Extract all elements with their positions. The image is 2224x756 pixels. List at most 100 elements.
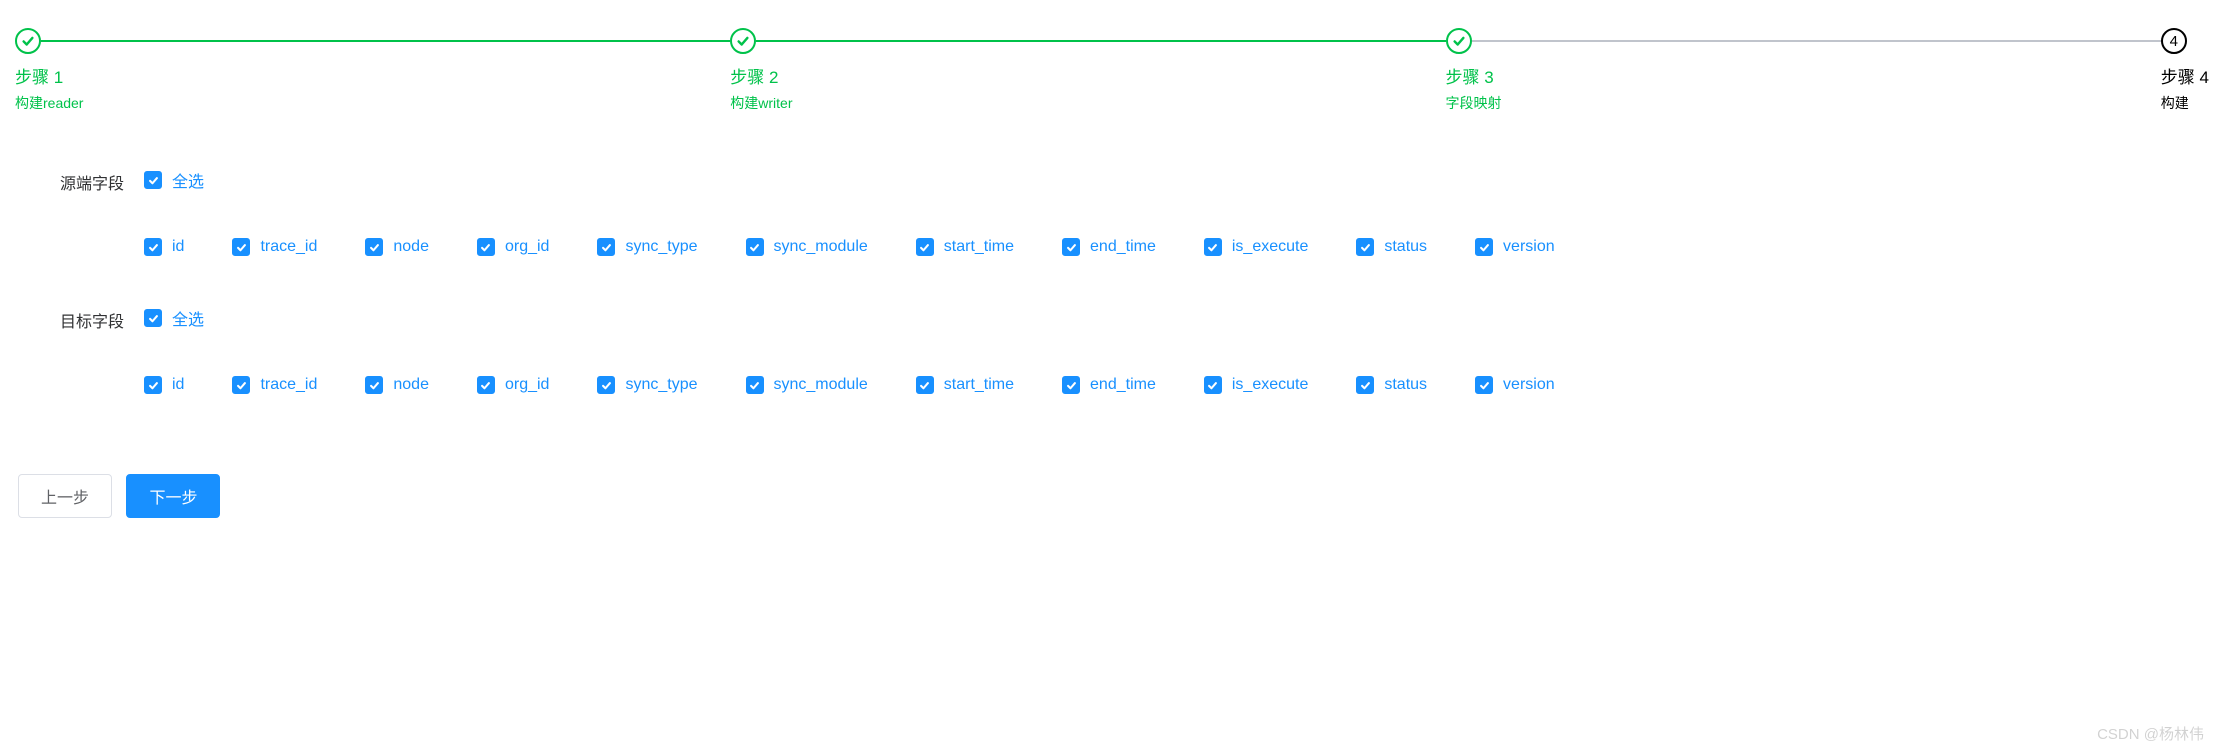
source-field-checkbox[interactable]: is_execute [1204, 238, 1309, 256]
checkbox-checked-icon [1204, 238, 1222, 256]
step-title: 步骤 4 [2161, 64, 2209, 91]
checkbox-label: end_time [1090, 238, 1156, 256]
checkbox-label: sync_module [774, 376, 868, 394]
source-field-checkbox[interactable]: id [144, 238, 184, 256]
step-desc: 构建reader [15, 93, 730, 113]
target-field-checkbox[interactable]: end_time [1062, 376, 1156, 394]
step-title: 步骤 3 [1446, 64, 2161, 91]
checkbox-label: is_execute [1232, 376, 1309, 394]
checkbox-checked-icon [365, 376, 383, 394]
checkbox-checked-icon [1062, 238, 1080, 256]
source-select-all-checkbox[interactable]: 全选 [144, 168, 204, 192]
source-field-checkbox[interactable]: org_id [477, 238, 549, 256]
checkbox-checked-icon [597, 376, 615, 394]
checkbox-label: sync_type [625, 238, 697, 256]
target-field-checkbox[interactable]: status [1356, 376, 1427, 394]
checkbox-label: start_time [944, 376, 1014, 394]
checkbox-label: trace_id [260, 376, 317, 394]
checkbox-checked-icon [477, 238, 495, 256]
checkbox-label: status [1384, 376, 1427, 394]
target-fields-block: 目标字段 全选 id trace_id node org_id sync_type syn… [15, 306, 2209, 404]
checkbox-checked-icon [1356, 238, 1374, 256]
source-field-checkbox[interactable]: version [1475, 238, 1555, 256]
source-fields-block: 源端字段 全选 id trace_id node org_id sync_type syn… [15, 168, 2209, 266]
check-icon [730, 28, 756, 54]
check-icon [15, 28, 41, 54]
check-icon [1446, 28, 1472, 54]
checkbox-label: version [1503, 238, 1555, 256]
checkbox-checked-icon [232, 238, 250, 256]
step-line [1472, 40, 2161, 42]
checkbox-checked-icon [597, 238, 615, 256]
next-button[interactable]: 下一步 [126, 474, 220, 518]
checkbox-checked-icon [365, 238, 383, 256]
step-1: 步骤 1 构建reader [15, 28, 730, 113]
source-fields-list: id trace_id node org_id sync_type sync_module… [144, 238, 2209, 266]
step-desc: 字段映射 [1446, 93, 2161, 113]
target-select-all-checkbox[interactable]: 全选 [144, 306, 204, 330]
checkbox-checked-icon [1204, 376, 1222, 394]
checkbox-label: org_id [505, 376, 549, 394]
source-field-checkbox[interactable]: sync_type [597, 238, 697, 256]
checkbox-label: status [1384, 238, 1427, 256]
checkbox-checked-icon [916, 238, 934, 256]
prev-button[interactable]: 上一步 [18, 474, 112, 518]
step-3: 步骤 3 字段映射 [1446, 28, 2161, 113]
source-field-checkbox[interactable]: trace_id [232, 238, 317, 256]
step-title: 步骤 2 [730, 64, 1445, 91]
checkbox-checked-icon [746, 376, 764, 394]
checkbox-checked-icon [144, 376, 162, 394]
source-field-checkbox[interactable]: start_time [916, 238, 1014, 256]
step-line [756, 40, 1445, 42]
checkbox-label: id [172, 376, 184, 394]
step-2: 步骤 2 构建writer [730, 28, 1445, 113]
checkbox-checked-icon [1475, 376, 1493, 394]
checkbox-label: end_time [1090, 376, 1156, 394]
checkbox-checked-icon [1356, 376, 1374, 394]
watermark-text: CSDN @杨林伟 [2097, 723, 2204, 744]
step-number-icon: 4 [2161, 28, 2187, 54]
checkbox-label: is_execute [1232, 238, 1309, 256]
checkbox-label: 全选 [172, 306, 204, 330]
checkbox-checked-icon [477, 376, 495, 394]
source-fields-label: 源端字段 [60, 168, 144, 194]
checkbox-label: sync_type [625, 376, 697, 394]
target-field-checkbox[interactable]: id [144, 376, 184, 394]
checkbox-label: org_id [505, 238, 549, 256]
step-title: 步骤 1 [15, 64, 730, 91]
checkbox-label: trace_id [260, 238, 317, 256]
step-desc: 构建writer [730, 93, 1445, 113]
checkbox-label: id [172, 238, 184, 256]
checkbox-label: sync_module [774, 238, 868, 256]
target-field-checkbox[interactable]: trace_id [232, 376, 317, 394]
target-field-checkbox[interactable]: node [365, 376, 429, 394]
checkbox-checked-icon [144, 309, 162, 327]
checkbox-checked-icon [144, 238, 162, 256]
checkbox-checked-icon [1475, 238, 1493, 256]
checkbox-label: version [1503, 376, 1555, 394]
source-field-checkbox[interactable]: sync_module [746, 238, 868, 256]
checkbox-label: 全选 [172, 168, 204, 192]
checkbox-checked-icon [916, 376, 934, 394]
checkbox-checked-icon [746, 238, 764, 256]
checkbox-label: node [393, 238, 429, 256]
target-fields-list: id trace_id node org_id sync_type sync_module… [144, 376, 2209, 404]
checkbox-checked-icon [144, 171, 162, 189]
target-field-checkbox[interactable]: start_time [916, 376, 1014, 394]
checkbox-checked-icon [232, 376, 250, 394]
target-field-checkbox[interactable]: sync_type [597, 376, 697, 394]
step-4: 4 步骤 4 构建 [2161, 28, 2209, 113]
step-desc: 构建 [2161, 93, 2209, 113]
target-field-checkbox[interactable]: is_execute [1204, 376, 1309, 394]
source-field-checkbox[interactable]: status [1356, 238, 1427, 256]
target-fields-label: 目标字段 [60, 306, 144, 332]
source-field-checkbox[interactable]: end_time [1062, 238, 1156, 256]
target-field-checkbox[interactable]: version [1475, 376, 1555, 394]
checkbox-label: node [393, 376, 429, 394]
footer-buttons: 上一步 下一步 [15, 474, 2209, 518]
target-field-checkbox[interactable]: org_id [477, 376, 549, 394]
source-field-checkbox[interactable]: node [365, 238, 429, 256]
checkbox-label: start_time [944, 238, 1014, 256]
target-field-checkbox[interactable]: sync_module [746, 376, 868, 394]
checkbox-checked-icon [1062, 376, 1080, 394]
